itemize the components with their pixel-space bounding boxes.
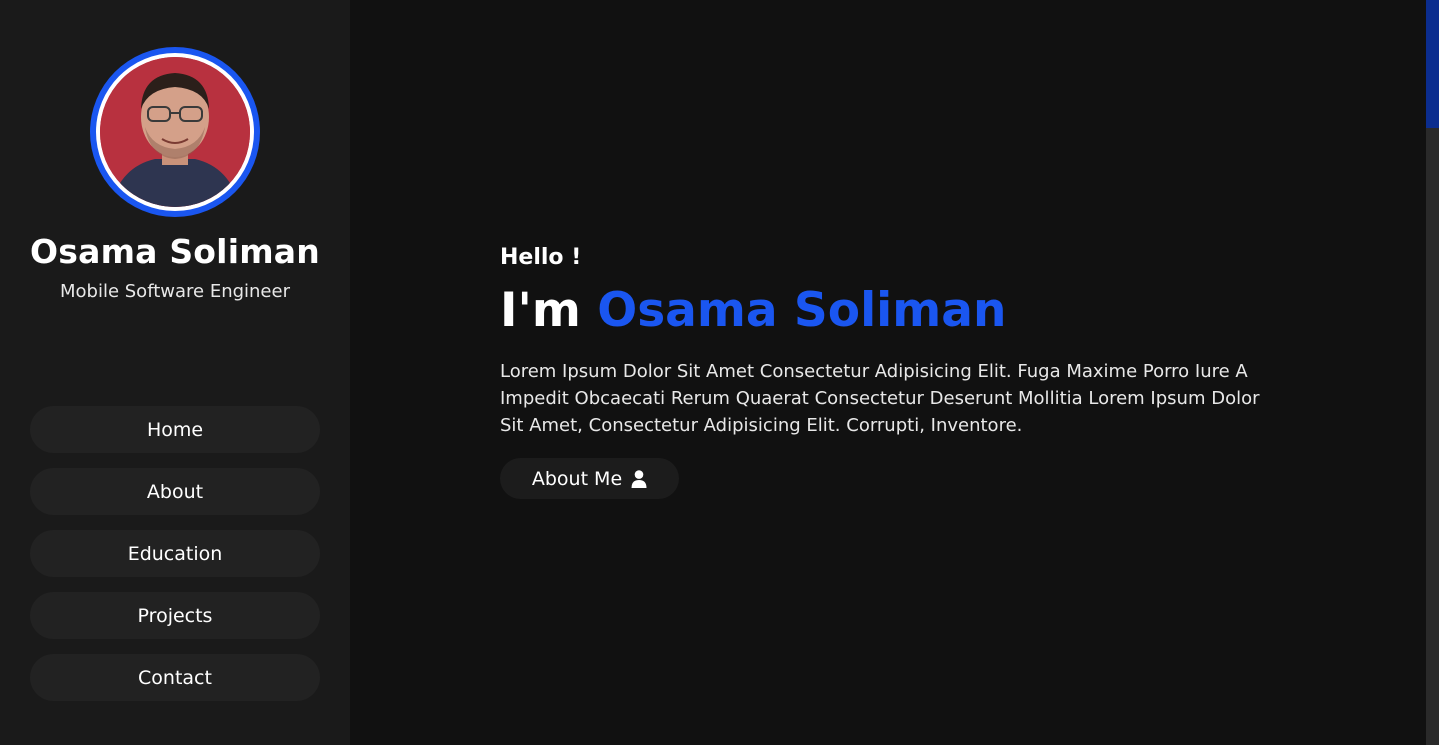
nav-item-contact[interactable]: Contact — [30, 654, 320, 701]
sidebar-nav: Home About Education Projects Contact — [30, 406, 320, 716]
intro-description: Lorem Ipsum Dolor Sit Amet Consectetur A… — [500, 361, 1260, 436]
app: Osama Soliman Mobile Software Engineer H… — [0, 0, 1439, 745]
sidebar: Osama Soliman Mobile Software Engineer H… — [0, 0, 350, 745]
nav-item-about[interactable]: About — [30, 468, 320, 515]
scrollbar-thumb[interactable] — [1426, 0, 1439, 128]
greeting: Hello ! — [500, 245, 582, 270]
nav-item-projects[interactable]: Projects — [30, 592, 320, 639]
nav-item-home[interactable]: Home — [30, 406, 320, 453]
user-icon — [631, 469, 647, 488]
intro-name: Osama Soliman — [597, 283, 1007, 338]
avatar — [90, 47, 260, 217]
profile-role: Mobile Software Engineer — [59, 281, 290, 302]
intro-prefix: I'm — [500, 283, 581, 338]
profile-photo — [100, 57, 250, 207]
profile-name: Osama Soliman — [30, 232, 320, 271]
profile-photo-illustration — [100, 57, 250, 207]
intro-headline: I'm Osama Soliman — [500, 283, 1006, 338]
nav-item-education[interactable]: Education — [30, 530, 320, 577]
page-scrollbar[interactable] — [1426, 0, 1439, 745]
about-me-label: About Me — [531, 467, 623, 490]
about-me-button[interactable]: About Me — [500, 458, 679, 499]
